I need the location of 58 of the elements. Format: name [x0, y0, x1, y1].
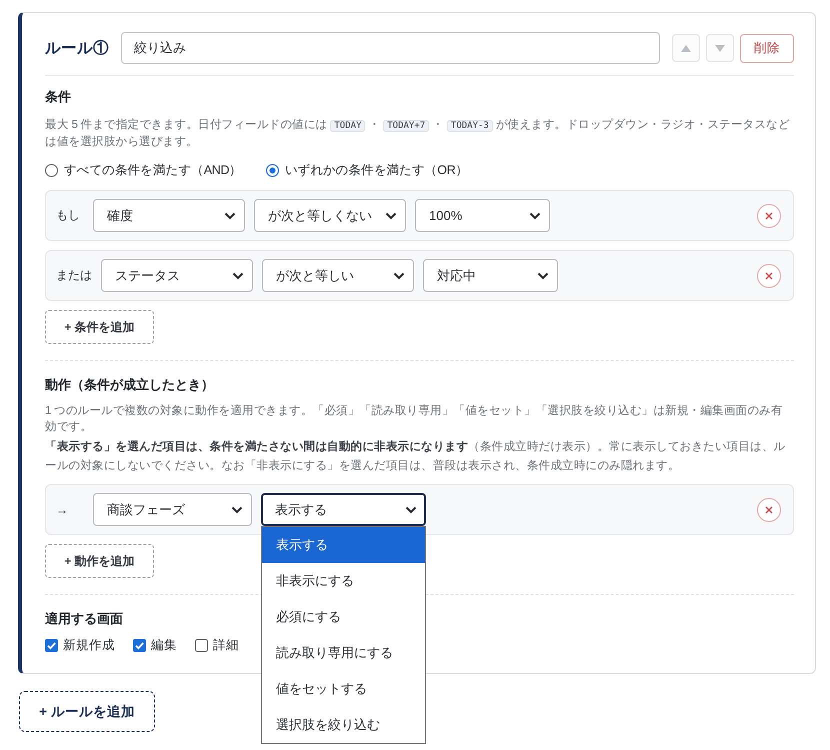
radio-button[interactable]	[45, 164, 58, 176]
value-dropdown[interactable]: 対応中	[423, 259, 558, 292]
checkbox-label[interactable]: 編集	[151, 636, 177, 654]
operator-dropdown[interactable]: が次と等しい	[262, 259, 414, 292]
code-tag: TODAY-3	[446, 120, 493, 132]
section-heading: 条件	[45, 88, 71, 106]
dropdown-option[interactable]: 非表示にする	[262, 563, 425, 599]
chevron-down-icon	[537, 272, 549, 280]
code-tag: TODAY	[330, 120, 366, 132]
chevron-down-icon	[224, 212, 236, 220]
checkbox-label[interactable]: 詳細	[213, 636, 239, 654]
section-heading: 適用する画面	[45, 610, 123, 628]
chevron-down-icon	[232, 272, 244, 280]
description-text: 「表示する」を選んだ項目は、条件を満たさない間は自動的に非表示になります（条件成立時だけ表示）。常に表示しておきたい項目は、ルールの対象にしないでください。なお「非表示にする」を選んだ項目は、普段は表示され、条件成立時にのみ隠れます。	[45, 439, 786, 474]
field-dropdown[interactable]: 商談フェーズ	[93, 493, 252, 526]
radio-label[interactable]: いずれかの条件を満たす（OR）	[284, 162, 468, 178]
delete-button[interactable]: 削除	[740, 34, 794, 62]
description-text: 最大 5 件まで指定できます。日付フィールドの値には TODAY ・ TODAY+7 ・ TODAY-3 が使えます。ドロップダウン・ラジオ・ステータスなどは値を選択肢から選びます。	[45, 117, 791, 150]
operator-dropdown[interactable]: が次と等しくない	[254, 199, 406, 232]
checkbox[interactable]	[195, 638, 208, 652]
rule-title: ルール①	[45, 38, 109, 58]
dropdown-option[interactable]: 表示する	[262, 527, 425, 563]
section-heading: 動作（条件が成立したとき）	[45, 376, 214, 394]
close-icon	[765, 272, 773, 280]
chevron-down-icon	[393, 272, 405, 280]
close-icon	[765, 212, 773, 220]
chevron-down-icon	[385, 212, 397, 220]
row-prefix: または	[56, 267, 92, 284]
rule-name-field[interactable]: 絞り込み	[121, 32, 660, 64]
checkbox[interactable]	[45, 638, 58, 652]
action-dropdown[interactable]: 表示する	[261, 493, 426, 526]
add-condition-button[interactable]: + 条件を追加	[45, 310, 154, 344]
description-text: 1 つのルールで複数の対象に動作を適用できます。「必須」「読み取り専用」「値をセット」「選択肢を絞り込む」は新規・編集画面のみ有効です。	[45, 403, 784, 435]
caret-up-icon	[681, 44, 691, 52]
radio-button[interactable]	[266, 164, 279, 176]
row-prefix: もし	[56, 207, 81, 224]
remove-button[interactable]	[757, 264, 781, 288]
dropdown-option[interactable]: 読み取り専用にする	[262, 635, 425, 671]
checkbox-label[interactable]: 新規作成	[63, 636, 115, 654]
remove-button[interactable]	[757, 204, 781, 228]
chevron-down-icon	[405, 506, 417, 514]
chevron-down-icon	[529, 212, 541, 220]
add-action-button[interactable]: + 動作を追加	[45, 544, 154, 578]
checkbox[interactable]	[133, 638, 146, 652]
field-dropdown[interactable]: ステータス	[101, 259, 253, 292]
close-icon	[765, 506, 773, 514]
dropdown-option[interactable]: 値をセットする	[262, 671, 425, 707]
value-dropdown[interactable]: 100%	[415, 199, 550, 232]
caret-down-icon	[715, 44, 725, 52]
add-rule-button[interactable]: + ルールを追加	[19, 691, 155, 732]
row-prefix: →	[56, 502, 69, 516]
dropdown-option[interactable]: 選択肢を絞り込む	[262, 707, 425, 743]
code-tag: TODAY+7	[383, 120, 430, 132]
dropdown-option[interactable]: 必須にする	[262, 599, 425, 635]
chevron-down-icon	[231, 506, 243, 514]
remove-button[interactable]	[757, 498, 781, 522]
radio-label[interactable]: すべての条件を満たす（AND）	[64, 162, 242, 178]
field-dropdown[interactable]: 確度	[93, 199, 245, 232]
